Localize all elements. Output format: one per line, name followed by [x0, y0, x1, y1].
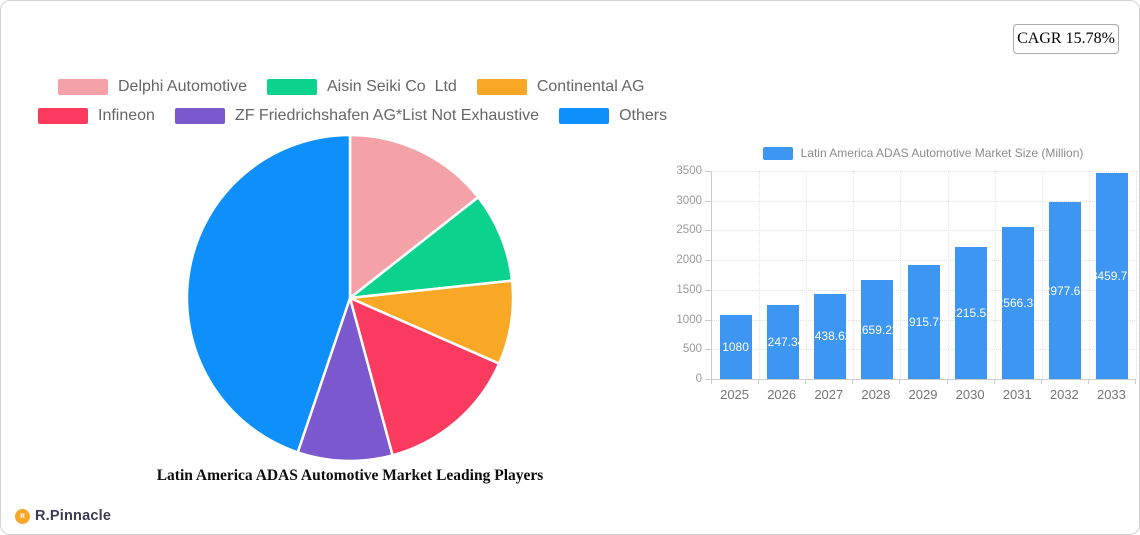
y-axis-tick — [705, 171, 711, 172]
y-axis-label: 500 — [682, 343, 702, 356]
bar-value-label: 3459.71 — [1096, 269, 1128, 284]
y-axis-label: 1000 — [676, 313, 702, 326]
legend-label: Continental AG — [536, 78, 645, 95]
h-gridline — [712, 171, 1135, 172]
x-axis-tick — [852, 380, 854, 384]
bar-2027[interactable]: 1438.62 — [813, 293, 846, 379]
bar-value-label: 1247.34 — [767, 334, 799, 349]
y-axis-tick — [705, 260, 711, 262]
x-axis-label: 2029 — [908, 387, 938, 402]
legend-item-delphi-automotive[interactable]: Delphi Automotive — [58, 78, 247, 96]
x-axis-tick — [711, 380, 712, 384]
x-axis-tick — [993, 380, 995, 384]
v-gridline — [759, 171, 761, 379]
v-gridline — [853, 171, 855, 379]
bar-2025[interactable]: 1080 — [719, 314, 752, 379]
legend-item-others[interactable]: Others — [559, 107, 667, 125]
x-axis-tick — [946, 380, 948, 384]
y-axis-tick — [705, 200, 711, 202]
bar-value-label: 1659.22 — [861, 322, 893, 337]
x-axis-tick — [1135, 380, 1136, 384]
v-gridline — [806, 171, 808, 379]
x-axis-tick — [805, 380, 807, 384]
x-axis-label: 2031 — [1002, 387, 1032, 402]
legend-item-zf-friedrichshafen[interactable]: ZF Friedrichshafen AG*List Not Exhaustiv… — [174, 107, 540, 125]
legend-label: Aisin Seiki Co Ltd — [326, 78, 457, 95]
bar-plot-area: 1080 1247.34 1438.62 1659.22 1915.73 2215.53 2… — [711, 171, 1137, 379]
y-axis-label: 2500 — [676, 224, 702, 237]
legend-item-continental-ag[interactable]: Continental AG — [476, 78, 645, 96]
bar-value-label: 1080 — [722, 339, 749, 354]
y-axis-label: 3500 — [676, 165, 702, 177]
x-axis-tick — [899, 380, 901, 384]
legend-label: Infineon — [98, 107, 155, 124]
y-axis-tick — [705, 349, 711, 351]
legend-swatch-infineon — [38, 108, 88, 124]
bar-2031[interactable]: 2566.31 — [1002, 226, 1035, 379]
bar-value-label: 2215.53 — [955, 306, 987, 321]
x-axis-label: 2026 — [767, 387, 797, 402]
legend-swatch-continental — [476, 79, 527, 95]
legend-label: Others — [619, 107, 668, 124]
bar-chart-legend[interactable]: Latin America ADAS Automotive Market Siz… — [711, 146, 1135, 160]
pie-chart — [185, 133, 515, 463]
bar-2028[interactable]: 1659.22 — [860, 280, 893, 379]
bar-legend-swatch — [762, 146, 793, 160]
v-gridline — [947, 171, 949, 379]
x-axis-label: 2032 — [1049, 387, 1079, 402]
brand-logo: ʀ R.Pinnacle — [15, 508, 111, 524]
y-axis-tick — [705, 289, 711, 291]
x-axis-line — [710, 379, 1136, 380]
bar-2032[interactable]: 2977.63 — [1049, 202, 1082, 379]
v-gridline — [1088, 171, 1090, 379]
v-gridline — [994, 171, 996, 379]
x-axis-tick — [1040, 380, 1042, 384]
x-axis-label: 2030 — [955, 387, 985, 402]
legend-swatch-zf — [174, 108, 225, 124]
legend-swatch-others — [559, 108, 610, 124]
bar-legend-label: Latin America ADAS Automotive Market Siz… — [800, 146, 1084, 160]
bar-2033[interactable]: 3459.71 — [1096, 173, 1129, 379]
y-axis-tick — [705, 319, 711, 321]
bar-2029[interactable]: 1915.73 — [908, 265, 940, 379]
x-axis-tick — [758, 380, 760, 384]
y-axis-label: 1500 — [676, 283, 702, 296]
brand-mark-icon: ʀ — [15, 508, 30, 524]
legend-swatch-delphi — [58, 79, 108, 95]
bar-2026[interactable]: 1247.34 — [766, 304, 799, 379]
y-axis-label: 3000 — [676, 194, 702, 207]
legend-item-aisin-seiki[interactable]: Aisin Seiki Co Ltd — [266, 78, 457, 96]
cagr-badge: CAGR 15.78% — [1013, 24, 1119, 54]
y-axis-label: 2000 — [676, 254, 702, 267]
legend-label: Delphi Automotive — [118, 78, 247, 95]
report-card: CAGR 15.78% Delphi Automotive Aisin Seik… — [0, 0, 1140, 535]
x-axis-label: 2025 — [720, 387, 750, 402]
bar-2030[interactable]: 2215.53 — [955, 247, 988, 379]
y-axis-tick — [705, 230, 711, 232]
x-axis-label: 2027 — [814, 387, 844, 402]
bar-value-label: 1438.62 — [814, 329, 846, 344]
bar-value-label: 2566.31 — [1002, 295, 1034, 310]
x-axis-label: 2028 — [861, 387, 891, 402]
legend-label: ZF Friedrichshafen AG*List Not Exhaustiv… — [234, 107, 540, 124]
y-axis-label: 0 — [695, 373, 702, 385]
x-axis-tick — [1087, 380, 1089, 384]
pie-legend-row-2: Infineon ZF Friedrichshafen AG*List Not … — [38, 107, 667, 125]
legend-item-infineon[interactable]: Infineon — [38, 107, 155, 125]
brand-logo-text: R.Pinnacle — [35, 508, 112, 524]
legend-swatch-aisin — [266, 79, 317, 95]
v-gridline — [900, 171, 902, 379]
pie-chart-title: Latin America ADAS Automotive Market Lea… — [156, 467, 544, 484]
v-gridline — [1041, 171, 1043, 379]
bar-chart: Latin America ADAS Automotive Market Siz… — [656, 141, 1139, 416]
x-axis-label: 2033 — [1096, 387, 1126, 402]
v-gridline — [1136, 171, 1137, 379]
pie-legend-row-1: Delphi Automotive Aisin Seiki Co Ltd Con… — [58, 78, 644, 96]
bar-value-label: 1915.73 — [908, 315, 940, 330]
bar-value-label: 2977.63 — [1049, 283, 1081, 298]
